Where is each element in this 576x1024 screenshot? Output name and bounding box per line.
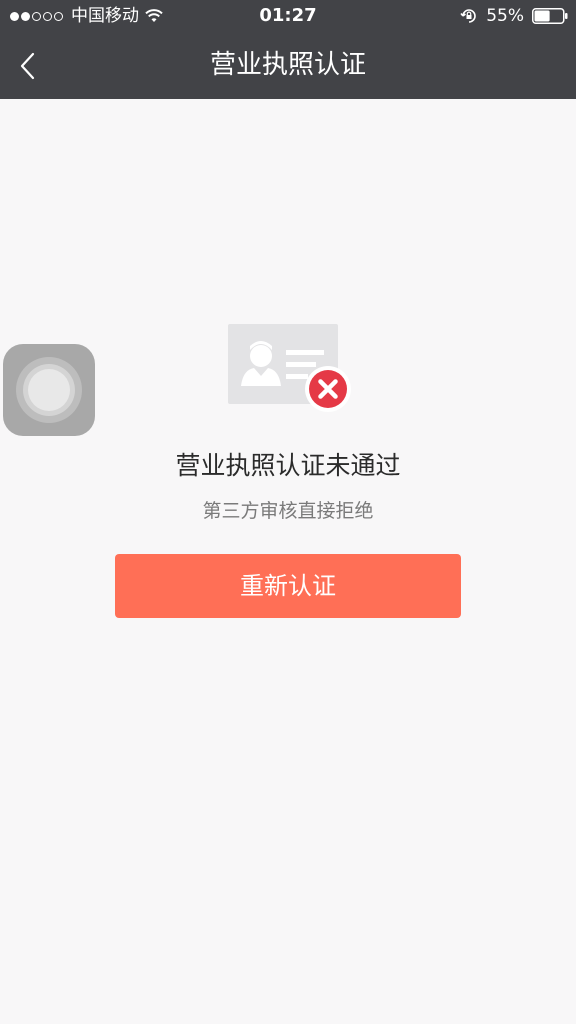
battery-icon	[532, 8, 568, 24]
re-verify-button[interactable]: 重新认证	[115, 554, 461, 618]
status-bar: 中国移动 01:27 55%	[0, 0, 576, 32]
nav-bar: 营业执照认证	[0, 32, 576, 99]
signal-dots-icon	[10, 11, 63, 21]
status-left: 中国移动	[10, 0, 163, 32]
clock: 01:27	[259, 5, 317, 26]
illustration	[228, 322, 352, 414]
result-title: 营业执照认证未通过	[175, 451, 401, 480]
error-x-icon	[305, 366, 351, 412]
assistive-touch-icon[interactable]	[3, 344, 95, 436]
status-right: 55%	[460, 0, 568, 32]
carrier-name: 中国移动	[71, 6, 139, 26]
chevron-left-icon	[20, 52, 35, 80]
result-subtitle: 第三方审核直接拒绝	[202, 500, 374, 522]
rotation-lock-icon	[460, 9, 476, 23]
back-button[interactable]	[12, 48, 42, 84]
header: 中国移动 01:27 55% 营业执照认证	[0, 0, 576, 99]
wifi-icon	[145, 9, 163, 22]
page-title: 营业执照认证	[209, 50, 366, 80]
battery-percent: 55%	[486, 6, 524, 26]
